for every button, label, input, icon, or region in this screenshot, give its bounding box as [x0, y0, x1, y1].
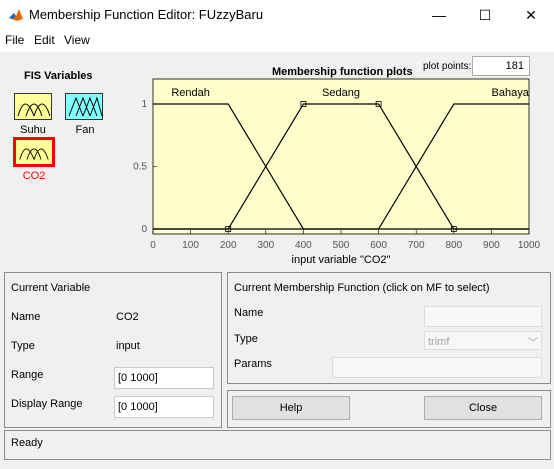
type-label: Type — [11, 340, 35, 352]
x-axis-label: input variable "CO2" — [292, 254, 391, 266]
mf-type-value: trimf — [428, 336, 450, 348]
name-label: Name — [11, 311, 41, 323]
mf-label-rendah: Rendah — [171, 87, 210, 99]
name-value: CO2 — [116, 311, 139, 323]
plot-background — [152, 78, 530, 235]
x-tick-label: 800 — [445, 240, 462, 251]
x-tick-label: 100 — [182, 240, 199, 251]
current-mf-header: Current Membership Function (click on MF… — [234, 282, 490, 294]
range-input[interactable]: [0 1000] — [114, 367, 214, 389]
mf-type-select[interactable]: trimf ﹀ — [424, 331, 542, 350]
y-tick-label: 0 — [141, 224, 147, 235]
y-tick-label: 1 — [141, 99, 147, 110]
y-tick-label: 0.5 — [133, 162, 147, 173]
x-tick-label: 700 — [408, 240, 425, 251]
mf-label-sedang: Sedang — [322, 87, 360, 99]
x-tick-label: 600 — [370, 240, 387, 251]
mf-params-input[interactable] — [332, 357, 542, 378]
x-tick-label: 500 — [333, 240, 350, 251]
x-tick-label: 300 — [257, 240, 274, 251]
mf-name-input[interactable] — [424, 306, 542, 327]
mf-type-label: Type — [234, 333, 258, 345]
x-tick-label: 200 — [220, 240, 237, 251]
status-panel — [4, 430, 551, 460]
x-tick-label: 900 — [483, 240, 500, 251]
display-range-input[interactable]: [0 1000] — [114, 396, 214, 418]
mf-label-bahaya: Bahaya — [492, 87, 530, 99]
status-text: Ready — [11, 437, 43, 449]
mf-plot[interactable]: Rendah Sedang Bahaya 0 100 200 300 400 500 600 70… — [0, 0, 554, 270]
display-range-label: Display Range — [11, 398, 83, 410]
close-button[interactable]: Close — [424, 396, 542, 420]
x-tick-label: 400 — [295, 240, 312, 251]
range-label: Range — [11, 369, 44, 381]
help-button[interactable]: Help — [232, 396, 350, 420]
chevron-down-icon: ﹀ — [528, 338, 538, 349]
mf-name-label: Name — [234, 307, 264, 319]
current-variable-header: Current Variable — [11, 282, 91, 294]
x-tick-label: 1000 — [518, 240, 541, 251]
mf-params-label: Params — [234, 358, 272, 370]
x-tick-label: 0 — [150, 240, 156, 251]
type-value: input — [116, 340, 140, 352]
